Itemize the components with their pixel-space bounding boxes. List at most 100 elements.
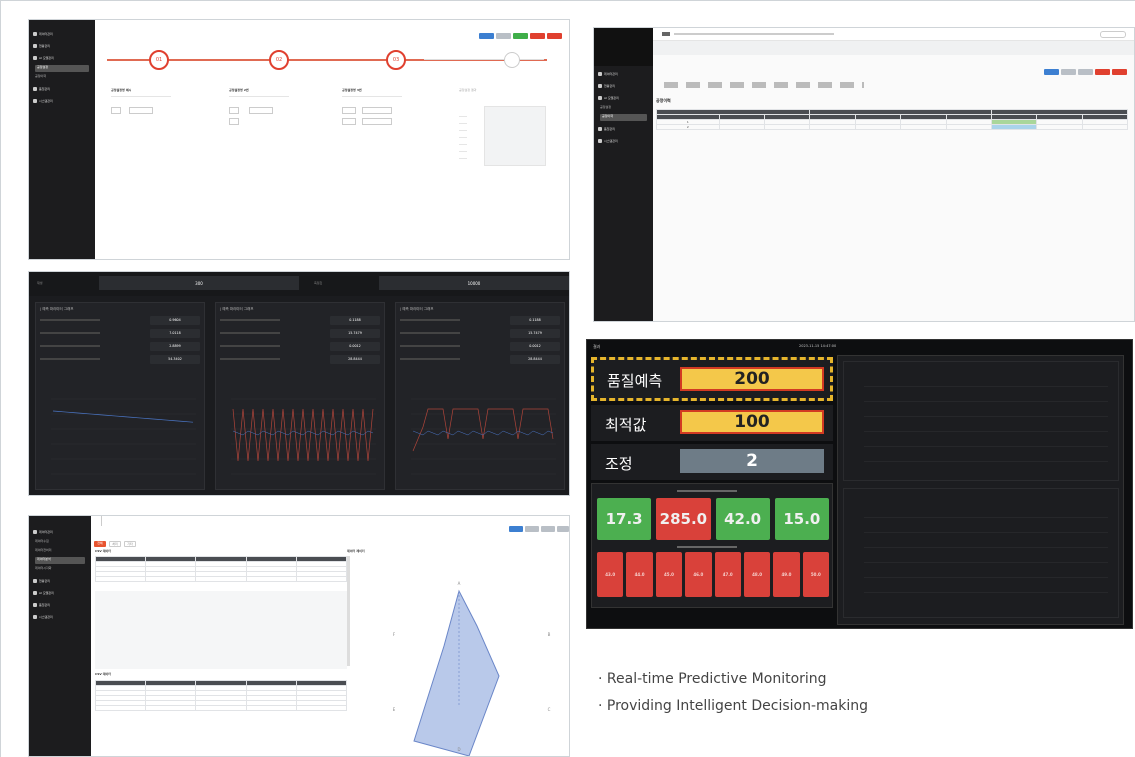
trend-chart	[51, 398, 196, 475]
metric-label	[400, 345, 460, 347]
trend-chart	[231, 398, 376, 475]
red-tiles: 43.0 44.0 45.0 46.0 47.0 48.0 49.0 50.0	[597, 552, 829, 597]
param-value[interactable]: 300	[99, 276, 299, 290]
table-title: CSV 데이터	[95, 549, 112, 553]
tab-all[interactable]: 전체	[94, 541, 106, 547]
data-table	[94, 556, 348, 582]
select-field[interactable]	[362, 107, 392, 114]
sidebar-item[interactable]: AI 모델관리	[33, 588, 87, 597]
sensor-tile: 17.3	[597, 498, 652, 540]
stop-button[interactable]	[1112, 69, 1127, 75]
sidebar-item[interactable]: 데이터관리	[33, 29, 91, 38]
sidebar-item[interactable]: AI 모델관리	[598, 93, 649, 102]
search-button[interactable]	[1044, 69, 1059, 75]
secondary-button[interactable]	[1061, 69, 1076, 75]
table-row[interactable]	[94, 705, 348, 711]
sidebar-subitem[interactable]: 데이터수집	[35, 539, 85, 546]
alarm-tile: 47.0	[714, 552, 741, 597]
param-bar: 재생 300 측정값 10000	[29, 272, 569, 296]
quality-label: 품질예측	[607, 372, 663, 390]
sidebar-subitem[interactable]: 데이터전처리	[35, 548, 85, 555]
history-table: 1 2	[655, 109, 1129, 130]
table-row[interactable]	[94, 576, 348, 582]
select-field[interactable]	[129, 107, 153, 114]
tab-process[interactable]: 처리	[109, 541, 121, 547]
table-row[interactable]: 2	[656, 124, 1129, 130]
breadcrumb-bar	[653, 41, 1134, 55]
select-field[interactable]	[249, 107, 273, 114]
input-field[interactable]	[229, 107, 239, 114]
field-label: 공정설정 결과	[459, 88, 477, 92]
sidebar-item[interactable]: 품질관리	[33, 84, 91, 93]
sidebar-item[interactable]: AI 모델관리	[33, 53, 91, 62]
primary-button[interactable]	[479, 33, 494, 39]
param-label: 측정값	[314, 281, 323, 285]
step-circle[interactable]: 01	[149, 50, 169, 70]
filter-bar[interactable]	[664, 82, 864, 88]
input-field[interactable]	[342, 107, 356, 114]
stop-button[interactable]	[547, 33, 562, 39]
field-label: 공정설정명 예시	[111, 88, 132, 92]
metric-value: 15.7479	[510, 328, 560, 338]
metric-value: 0.9604	[150, 315, 200, 325]
metric-label	[40, 332, 100, 334]
sidebar-item[interactable]: 시스템관리	[33, 96, 91, 105]
param-value[interactable]: 10000	[379, 276, 569, 290]
sidebar-item[interactable]: 시스템관리	[598, 136, 649, 145]
sidebar-subitem-selected[interactable]: 공정설정	[35, 65, 89, 72]
primary-button[interactable]	[509, 526, 523, 532]
metric-value: 0.0012	[330, 341, 380, 351]
sidebar-item[interactable]: 데이터관리	[33, 527, 87, 536]
secondary-button[interactable]	[1078, 69, 1093, 75]
metric-row: 54.3402	[40, 354, 200, 364]
sidebar-item[interactable]: 현황관리	[598, 81, 649, 90]
input-field[interactable]	[229, 118, 239, 125]
metric-value: 0.0012	[510, 341, 560, 351]
sidebar-subitem-selected[interactable]: 공정이력	[600, 114, 647, 121]
card-title: | 예측 파라미터 그래프	[400, 307, 434, 311]
sidebar-item[interactable]: 시스템관리	[33, 612, 87, 621]
delete-button[interactable]	[1095, 69, 1110, 75]
metric-row: 28.8444	[220, 354, 380, 364]
secondary-button[interactable]	[525, 526, 539, 532]
trend-line	[52, 410, 194, 423]
alarm-tile: 48.0	[743, 552, 771, 597]
metric-label	[220, 345, 280, 347]
sidebar-item[interactable]: 현황관리	[33, 576, 87, 585]
secondary-button[interactable]	[496, 33, 511, 39]
metric-row: 7.0118	[40, 328, 200, 338]
run-button[interactable]	[513, 33, 528, 39]
secondary-button[interactable]	[557, 526, 569, 532]
sidebar-subitem-selected[interactable]: 데이터분석	[35, 557, 85, 564]
table-title: CSV 데이터	[95, 672, 112, 676]
sidebar-item[interactable]: 현황관리	[33, 41, 91, 50]
sidebar-subitem[interactable]: 데이터시각화	[35, 566, 85, 573]
radar-label: D	[457, 747, 460, 752]
timestamp: 2023-11-15 14:47:00	[799, 344, 837, 348]
delete-button[interactable]	[530, 33, 545, 39]
input-field[interactable]	[342, 118, 356, 125]
input-field[interactable]	[111, 107, 121, 114]
address-text	[674, 33, 834, 35]
metric-label	[400, 332, 460, 334]
sidebar: 데이터관리 현황관리 AI 모델관리 공정설정 공정이력 품질관리 시스템관리	[29, 20, 95, 259]
sidebar-subitem[interactable]: 공정설정	[600, 105, 647, 112]
secondary-button[interactable]	[541, 526, 555, 532]
sidebar-item[interactable]: 데이터관리	[598, 69, 649, 78]
tab-other[interactable]: 기타	[124, 541, 136, 547]
metric-label	[40, 345, 100, 347]
sidebar-item[interactable]: 품질관리	[33, 600, 87, 609]
sidebar: 데이터관리 데이터수집 데이터전처리 데이터분석 데이터시각화 현황관리 AI …	[29, 516, 91, 756]
metric-row: 0.1188	[220, 315, 380, 325]
metric-row: 2.8899	[40, 341, 200, 351]
step-circle[interactable]: 02	[269, 50, 289, 70]
scrollbar[interactable]	[347, 556, 350, 666]
radar-chart: A B C D E F	[393, 581, 551, 756]
select-field[interactable]	[362, 118, 392, 125]
step-circle-pending[interactable]	[504, 52, 520, 68]
user-menu[interactable]	[1100, 31, 1126, 38]
sidebar-item[interactable]: 품질관리	[598, 124, 649, 133]
divider	[101, 516, 102, 526]
step-circle[interactable]: 03	[386, 50, 406, 70]
sidebar-subitem[interactable]: 공정이력	[35, 74, 89, 81]
